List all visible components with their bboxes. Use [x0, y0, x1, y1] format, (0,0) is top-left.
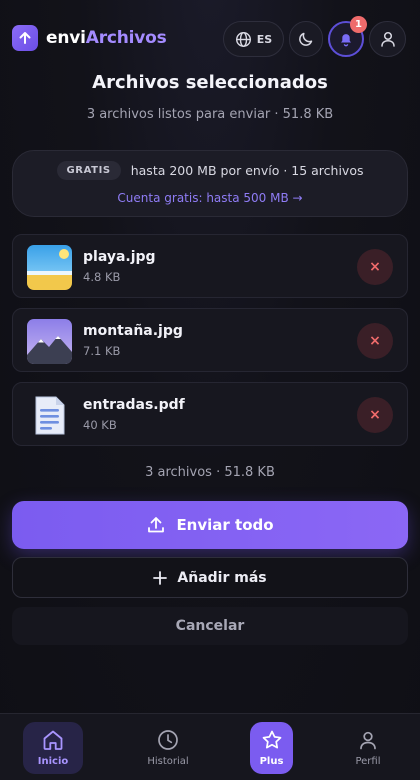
close-icon: ×: [369, 407, 381, 423]
app-name-part1: envi: [46, 28, 86, 48]
file-name: playa.jpg: [83, 249, 156, 265]
send-all-button[interactable]: Enviar todo: [12, 501, 408, 549]
notification-badge: 1: [350, 16, 367, 33]
nav-label: Plus: [259, 756, 284, 767]
bottom-navigation: Inicio Historial Plus Perfil: [0, 713, 420, 780]
globe-icon: [235, 31, 251, 47]
app-logo[interactable]: enviArchivos: [12, 25, 167, 51]
remove-file-button[interactable]: ×: [357, 249, 393, 285]
file-item: montaña.jpg 7.1 KB ×: [12, 308, 408, 372]
file-name: montaña.jpg: [83, 323, 183, 339]
user-icon: [380, 31, 395, 47]
close-icon: ×: [369, 259, 381, 275]
upload-icon: [148, 517, 165, 533]
upload-arrow-icon: [12, 25, 38, 51]
remove-file-button[interactable]: ×: [357, 397, 393, 433]
nav-label: Historial: [147, 756, 189, 767]
file-size: 4.8 KB: [83, 270, 121, 284]
remove-file-button[interactable]: ×: [357, 323, 393, 359]
plan-limits: hasta 200 MB por envío · 15 archivos: [130, 163, 364, 178]
home-icon: [41, 728, 65, 752]
page-title: Archivos seleccionados: [92, 72, 328, 93]
add-more-label: Añadir más: [177, 569, 267, 586]
file-item: playa.jpg 4.8 KB ×: [12, 234, 408, 298]
add-more-button[interactable]: Añadir más: [12, 557, 408, 598]
file-name: entradas.pdf: [83, 397, 185, 413]
file-item: entradas.pdf 40 KB ×: [12, 382, 408, 446]
clock-icon: [157, 728, 179, 752]
bell-icon: [341, 34, 351, 47]
plan-card: GRATIS hasta 200 MB por envío · 15 archi…: [12, 150, 408, 217]
app-header: enviArchivos ES 1: [0, 0, 420, 76]
beach-image-thumbnail: [27, 245, 72, 290]
moon-icon: [299, 32, 313, 46]
file-size: 7.1 KB: [83, 344, 121, 358]
app-name-part2: Archivos: [85, 28, 167, 48]
close-icon: ×: [369, 333, 381, 349]
cancel-button[interactable]: Cancelar: [12, 607, 408, 645]
nav-item-plus[interactable]: Plus: [250, 722, 293, 774]
send-all-label: Enviar todo: [176, 516, 274, 534]
plus-icon: [153, 570, 168, 585]
mountain-image-thumbnail: [27, 319, 72, 364]
page-subtitle: 3 archivos listos para enviar · 51.8 KB: [86, 107, 334, 122]
plan-badge: GRATIS: [56, 161, 121, 180]
nav-label: Perfil: [355, 756, 381, 767]
cancel-label: Cancelar: [175, 618, 245, 634]
language-code: ES: [256, 32, 273, 46]
document-icon: [27, 393, 72, 438]
user-icon: [357, 728, 379, 752]
nav-label: Inicio: [37, 756, 69, 767]
language-button[interactable]: ES: [223, 21, 284, 57]
star-icon: [261, 728, 283, 752]
upgrade-link[interactable]: Cuenta gratis: hasta 500 MB →: [13, 191, 407, 205]
account-button[interactable]: [369, 21, 406, 57]
nav-item-inicio[interactable]: Inicio: [23, 722, 83, 774]
files-summary: 3 archivos · 51.8 KB: [145, 465, 275, 480]
app-name: enviArchivos: [46, 28, 167, 48]
file-size: 40 KB: [83, 418, 117, 432]
nav-item-perfil[interactable]: Perfil: [338, 722, 398, 774]
theme-toggle-button[interactable]: [289, 21, 323, 57]
nav-item-historial[interactable]: Historial: [138, 722, 198, 774]
